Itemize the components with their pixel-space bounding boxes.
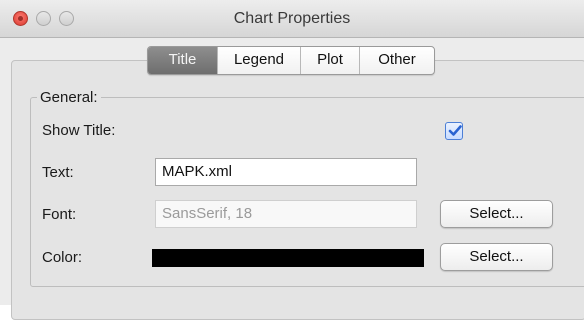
font-field: SansSerif, 18 xyxy=(155,200,417,228)
text-label: Text: xyxy=(42,164,74,181)
show-title-label: Show Title: xyxy=(42,122,116,139)
tab-plot[interactable]: Plot xyxy=(300,47,359,74)
color-swatch xyxy=(152,249,424,267)
font-label: Font: xyxy=(42,206,77,223)
tab-other[interactable]: Other xyxy=(359,47,434,74)
tab-bar: Title Legend Plot Other xyxy=(147,46,435,75)
general-group-label: General: xyxy=(37,89,101,106)
chart-properties-window: Chart Properties Title Legend Plot Other… xyxy=(0,0,584,320)
color-label: Color: xyxy=(42,249,83,266)
color-select-button[interactable]: Select... xyxy=(440,243,553,271)
tab-title[interactable]: Title xyxy=(148,47,217,74)
title-bar: Chart Properties xyxy=(0,0,584,38)
font-select-button[interactable]: Select... xyxy=(440,200,553,228)
title-text-field[interactable]: MAPK.xml xyxy=(155,158,417,186)
tab-legend[interactable]: Legend xyxy=(217,47,300,74)
show-title-checkbox[interactable] xyxy=(445,122,463,140)
window-title: Chart Properties xyxy=(233,10,351,27)
checkmark-icon xyxy=(448,125,462,136)
